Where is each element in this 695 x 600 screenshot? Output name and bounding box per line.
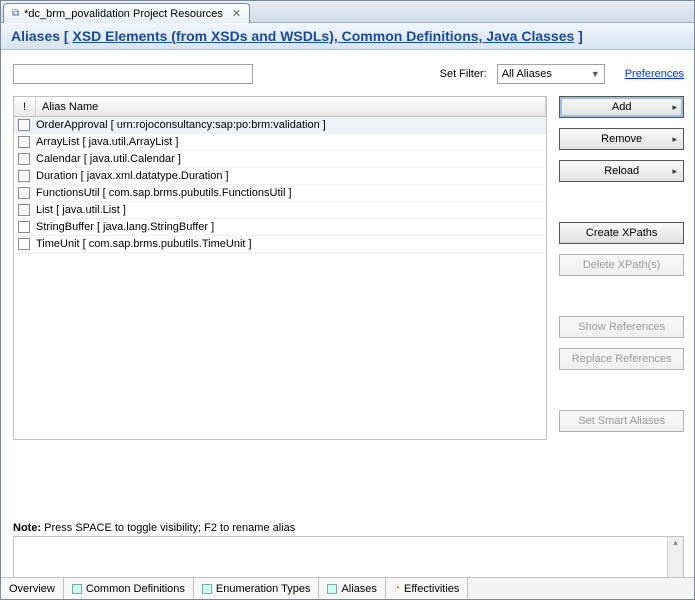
editor-tab[interactable]: ⧉ *dc_brm_povalidation Project Resources… (3, 3, 250, 23)
resource-icon: ⧉ (12, 8, 19, 19)
section-header: Aliases [ XSD Elements (from XSDs and WS… (1, 23, 694, 50)
alias-name-cell: List [ java.util.List ] (36, 204, 126, 216)
alias-name-cell: Calendar [ java.util.Calendar ] (36, 153, 181, 165)
visibility-checkbox[interactable] (18, 153, 30, 165)
alias-name-cell: TimeUnit [ com.sap.brms.pubutils.TimeUni… (36, 238, 252, 250)
editor-tab-bar: ⧉ *dc_brm_povalidation Project Resources… (1, 1, 694, 23)
aliases-icon (327, 584, 337, 594)
bottom-tab-bar: Overview Common Definitions Enumeration … (1, 577, 694, 599)
table-row[interactable]: ArrayList [ java.util.ArrayList ] (14, 134, 546, 151)
alias-name-cell: Duration [ javax.xml.datatype.Duration ] (36, 170, 229, 182)
search-input[interactable] (13, 64, 253, 84)
table-row[interactable]: OrderApproval [ urn:rojoconsultancy:sap:… (14, 117, 546, 134)
arrow-right-icon: ▸ (672, 102, 677, 113)
replace-references-button: Replace References (559, 348, 684, 370)
remove-button[interactable]: Remove▸ (559, 128, 684, 150)
section-prefix: Aliases [ (11, 28, 72, 44)
visibility-checkbox[interactable] (18, 136, 30, 148)
col-visibility[interactable]: ! (14, 97, 36, 116)
create-xpaths-button[interactable]: Create XPaths (559, 222, 684, 244)
definitions-icon (72, 584, 82, 594)
visibility-checkbox[interactable] (18, 119, 30, 131)
tab-title: *dc_brm_povalidation Project Resources (24, 8, 223, 20)
alias-name-cell: OrderApproval [ urn:rojoconsultancy:sap:… (36, 119, 326, 131)
filter-label: Set Filter: (440, 68, 487, 80)
preferences-link[interactable]: Preferences (625, 68, 684, 80)
visibility-checkbox[interactable] (18, 204, 30, 216)
tab-common-definitions[interactable]: Common Definitions (64, 578, 194, 599)
visibility-checkbox[interactable] (18, 238, 30, 250)
note: Note: Press SPACE to toggle visibility; … (13, 522, 684, 534)
reload-button[interactable]: Reload▸ (559, 160, 684, 182)
table-row[interactable]: Calendar [ java.util.Calendar ] (14, 151, 546, 168)
alias-table: ! Alias Name OrderApproval [ urn:rojocon… (13, 96, 547, 440)
arrow-right-icon: ▸ (672, 134, 677, 145)
tab-aliases[interactable]: Aliases (319, 578, 385, 599)
detail-textarea[interactable]: ▴ (13, 536, 684, 580)
alias-name-cell: StringBuffer [ java.lang.StringBuffer ] (36, 221, 214, 233)
delete-xpaths-button: Delete XPath(s) (559, 254, 684, 276)
close-icon[interactable]: ✕ (232, 7, 241, 20)
section-suffix: ] (574, 28, 583, 44)
table-row[interactable]: TimeUnit [ com.sap.brms.pubutils.TimeUni… (14, 236, 546, 253)
table-header: ! Alias Name (14, 97, 546, 117)
col-alias-name[interactable]: Alias Name (36, 97, 546, 116)
visibility-checkbox[interactable] (18, 221, 30, 233)
tab-effectivities[interactable]: ◔Effectivities (386, 578, 468, 599)
visibility-checkbox[interactable] (18, 170, 30, 182)
note-text: Press SPACE to toggle visibility; F2 to … (44, 522, 295, 534)
tab-overview[interactable]: Overview (1, 578, 64, 599)
note-label: Note: (13, 522, 41, 534)
vertical-scrollbar[interactable]: ▴ (667, 537, 683, 579)
enum-icon (202, 584, 212, 594)
show-references-button: Show References (559, 316, 684, 338)
table-row[interactable]: FunctionsUtil [ com.sap.brms.pubutils.Fu… (14, 185, 546, 202)
table-row[interactable]: List [ java.util.List ] (14, 202, 546, 219)
add-button[interactable]: Add▸ (559, 96, 684, 118)
effectivities-icon: ◔ (394, 583, 400, 594)
arrow-right-icon: ▸ (672, 166, 677, 177)
section-link[interactable]: XSD Elements (from XSDs and WSDLs), Comm… (72, 28, 574, 44)
tab-enumeration-types[interactable]: Enumeration Types (194, 578, 320, 599)
alias-name-cell: ArrayList [ java.util.ArrayList ] (36, 136, 178, 148)
alias-name-cell: FunctionsUtil [ com.sap.brms.pubutils.Fu… (36, 187, 292, 199)
set-smart-aliases-button: Set Smart Aliases (559, 410, 684, 432)
table-row[interactable]: Duration [ javax.xml.datatype.Duration ] (14, 168, 546, 185)
filter-value: All Aliases (502, 68, 552, 80)
table-row[interactable]: StringBuffer [ java.lang.StringBuffer ] (14, 219, 546, 236)
chevron-down-icon: ▼ (591, 69, 600, 79)
filter-dropdown[interactable]: All Aliases ▼ (497, 64, 605, 84)
visibility-checkbox[interactable] (18, 187, 30, 199)
